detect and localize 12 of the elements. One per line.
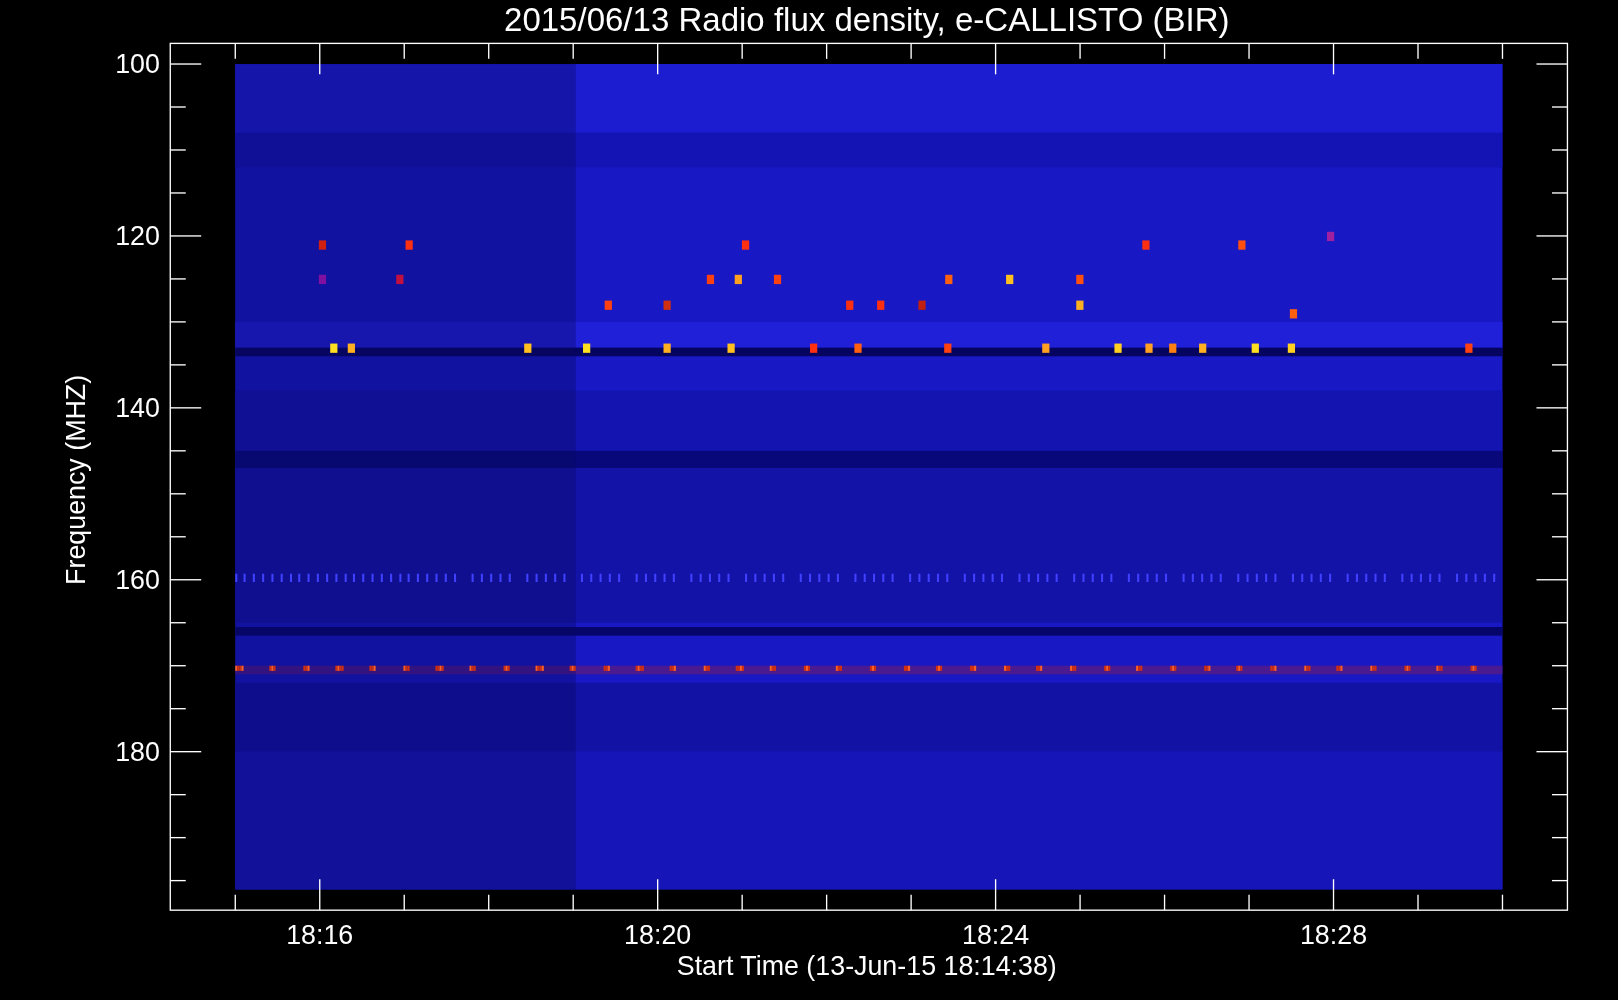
y-axis-label: Frequency (MHZ) [60, 374, 91, 585]
y-tick-label: 180 [115, 736, 160, 767]
y-tick-label: 140 [115, 393, 160, 424]
chart-title: 2015/06/13 Radio flux density, e-CALLISTO (BIR) [504, 1, 1230, 38]
y-tick-label: 160 [115, 565, 160, 596]
x-axis-label: Start Time (13-Jun-15 18:14:38) [676, 951, 1057, 982]
x-tick-label: 18:16 [286, 920, 354, 951]
x-tick-label: 18:20 [624, 920, 692, 951]
y-tick-label: 100 [115, 49, 160, 80]
y-tick-label: 120 [115, 221, 160, 252]
x-tick-label: 18:24 [962, 920, 1030, 951]
x-tick-label: 18:28 [1299, 920, 1368, 951]
